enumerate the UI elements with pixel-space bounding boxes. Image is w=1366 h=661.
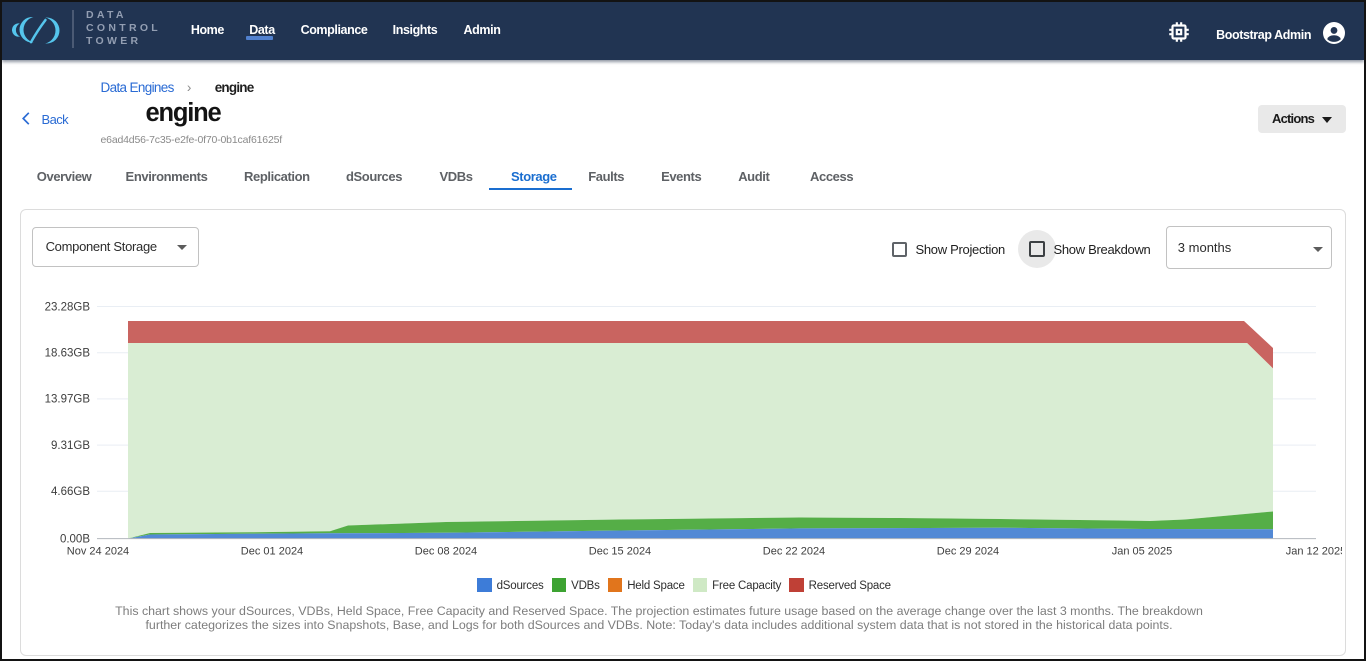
svg-text:0.00B: 0.00B	[60, 533, 90, 545]
svg-text:Jan 05 2025: Jan 05 2025	[1112, 546, 1173, 558]
svg-text:9.31GB: 9.31GB	[51, 440, 90, 452]
svg-text:Jan 12 2025: Jan 12 2025	[1286, 546, 1342, 558]
svg-text:Nov 24 2024: Nov 24 2024	[67, 546, 129, 558]
svg-text:Dec 29 2024: Dec 29 2024	[937, 546, 999, 558]
svg-text:4.66GB: 4.66GB	[51, 486, 90, 498]
svg-text:Dec 08 2024: Dec 08 2024	[415, 546, 477, 558]
svg-text:Dec 15 2024: Dec 15 2024	[589, 546, 651, 558]
svg-text:Dec 22 2024: Dec 22 2024	[763, 546, 825, 558]
svg-text:13.97GB: 13.97GB	[45, 394, 91, 406]
svg-text:18.63GB: 18.63GB	[45, 348, 91, 360]
svg-text:Dec 01 2024: Dec 01 2024	[241, 546, 303, 558]
svg-text:23.28GB: 23.28GB	[45, 301, 91, 313]
